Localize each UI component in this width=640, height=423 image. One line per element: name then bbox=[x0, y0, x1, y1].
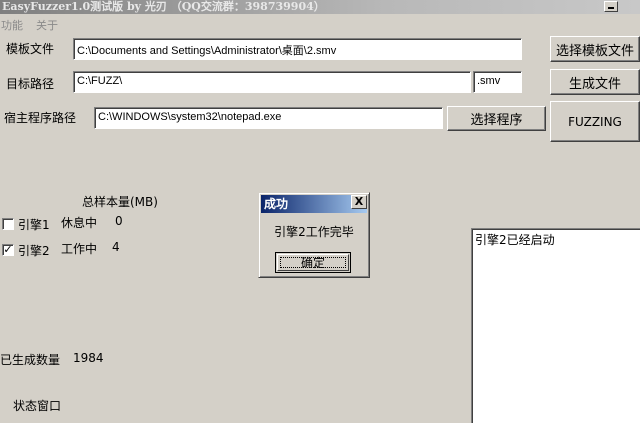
menu-item-about[interactable]: 关于 bbox=[36, 17, 58, 33]
host-path-field[interactable]: C:\WINDOWS\system32\notepad.exe bbox=[94, 107, 443, 129]
dialog-ok-label: 确定 bbox=[300, 256, 325, 270]
dialog-message: 引擎2工作完毕 bbox=[274, 225, 354, 239]
status-window-label: 状态窗口 bbox=[13, 399, 62, 413]
generated-label: 已生成数量 bbox=[0, 353, 61, 367]
extension-field[interactable]: .smv bbox=[473, 71, 522, 93]
total-sample-header: 总样本量(MB) bbox=[82, 195, 158, 209]
window-title: EasyFuzzer1.0测试版 by 光刃 （QQ交流群：398739904） bbox=[2, 0, 325, 13]
menu-item-function[interactable]: 功能 bbox=[1, 17, 23, 33]
status-log[interactable]: 引擎2已经启动 bbox=[471, 228, 640, 423]
title-bar: EasyFuzzer1.0测试版 by 光刃 （QQ交流群：398739904） bbox=[0, 0, 640, 14]
engine2-label: 引擎2 bbox=[18, 244, 50, 258]
engine1-checkbox[interactable] bbox=[2, 218, 14, 230]
fuzzing-button[interactable]: FUZZING bbox=[550, 101, 640, 142]
engine1-count: 0 bbox=[115, 214, 123, 228]
success-dialog: 成功 X 引擎2工作完毕 确定 bbox=[258, 192, 370, 278]
minimize-icon bbox=[608, 7, 614, 9]
select-program-button[interactable]: 选择程序 bbox=[447, 106, 546, 131]
engine1-label: 引擎1 bbox=[18, 218, 50, 232]
host-label: 宿主程序路径 bbox=[4, 111, 77, 125]
template-path-field[interactable]: C:\Documents and Settings\Administrator\… bbox=[73, 38, 522, 60]
checkmark-icon: ✓ bbox=[3, 243, 13, 256]
log-line: 引擎2已经启动 bbox=[475, 233, 555, 247]
dialog-ok-button[interactable]: 确定 bbox=[275, 252, 351, 273]
close-icon[interactable]: X bbox=[351, 195, 367, 209]
engine1-status: 休息中 bbox=[61, 216, 98, 230]
select-template-button[interactable]: 选择模板文件 bbox=[550, 36, 640, 62]
target-path-field[interactable]: C:\FUZZ\ bbox=[73, 71, 471, 93]
engine2-status: 工作中 bbox=[61, 242, 98, 256]
minimize-button[interactable] bbox=[604, 1, 618, 12]
engine2-checkbox[interactable]: ✓ bbox=[2, 244, 14, 256]
target-label: 目标路径 bbox=[6, 77, 55, 91]
generate-button[interactable]: 生成文件 bbox=[550, 69, 640, 95]
template-label: 模板文件 bbox=[6, 42, 55, 56]
generated-value: 1984 bbox=[73, 351, 104, 365]
engine2-count: 4 bbox=[112, 240, 120, 254]
